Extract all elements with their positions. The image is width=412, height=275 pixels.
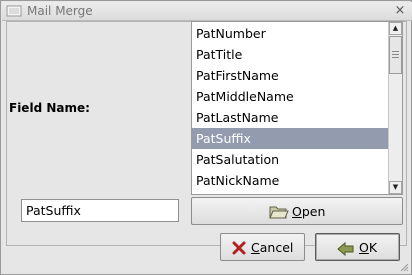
resize-grip-icon[interactable] xyxy=(399,262,409,272)
title-bar[interactable]: Mail Merge × xyxy=(2,2,412,21)
window-app-icon xyxy=(6,5,22,17)
grip-line xyxy=(392,51,399,52)
scroll-up-icon[interactable]: ▲ xyxy=(389,22,402,35)
list-item[interactable]: PatNumber xyxy=(192,23,388,44)
list-item[interactable]: PatGender xyxy=(192,191,388,194)
mnemonic: C xyxy=(251,239,260,255)
cancel-x-icon xyxy=(232,241,246,255)
mail-merge-dialog: Mail Merge × Field Name: PatNumber PatTit… xyxy=(0,0,412,275)
cancel-button-label: Cancel xyxy=(251,234,293,260)
mnemonic: O xyxy=(292,203,302,219)
ok-button[interactable]: OK xyxy=(315,233,400,261)
list-item[interactable]: PatLastName xyxy=(192,107,388,128)
folder-open-icon xyxy=(269,206,289,219)
label-rest: K xyxy=(368,239,378,255)
cancel-button[interactable]: Cancel xyxy=(220,233,305,261)
ok-arrow-icon xyxy=(337,241,354,256)
label-rest: ancel xyxy=(259,239,294,255)
field-list-items: PatNumber PatTitle PatFirstName PatMiddleNa… xyxy=(192,23,388,194)
grip-line xyxy=(392,57,399,58)
list-item[interactable]: PatSuffix xyxy=(192,128,388,149)
list-item[interactable]: PatTitle xyxy=(192,44,388,65)
vertical-scrollbar[interactable]: ▲ ▼ xyxy=(388,22,402,194)
field-list[interactable]: PatNumber PatTitle PatFirstName PatMiddleNa… xyxy=(191,21,403,195)
window-title: Mail Merge xyxy=(27,4,93,18)
open-button-label: Open xyxy=(292,198,325,224)
grip-line xyxy=(392,54,399,55)
scroll-thumb[interactable] xyxy=(389,36,402,74)
open-button[interactable]: Open xyxy=(191,197,403,225)
field-name-input[interactable]: PatSuffix xyxy=(21,199,179,222)
label-rest: pen xyxy=(301,203,326,219)
close-icon[interactable]: × xyxy=(393,4,407,18)
list-item[interactable]: PatMiddleName xyxy=(192,86,388,107)
list-item[interactable]: PatSalutation xyxy=(192,149,388,170)
list-item[interactable]: PatNickName xyxy=(192,170,388,191)
field-name-label: Field Name: xyxy=(9,101,90,115)
ok-button-label: OK xyxy=(359,234,377,260)
scroll-down-icon[interactable]: ▼ xyxy=(389,181,402,194)
mnemonic: O xyxy=(359,239,369,255)
list-item[interactable]: PatFirstName xyxy=(192,65,388,86)
